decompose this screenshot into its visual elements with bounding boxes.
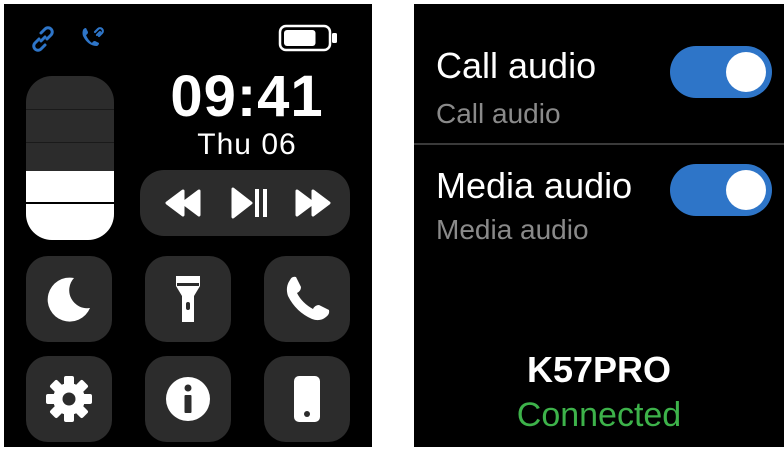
- call-audio-title: Call audio: [436, 45, 597, 86]
- clock-date: Thu 06: [197, 128, 297, 161]
- toggle-knob: [726, 52, 766, 92]
- clock-time: 09:41: [170, 64, 324, 129]
- flashlight-icon: [176, 276, 200, 322]
- gear-icon: [46, 376, 92, 422]
- do-not-disturb-button[interactable]: [26, 256, 112, 342]
- info-button[interactable]: [145, 356, 231, 442]
- media-audio-subtitle: Media audio: [436, 214, 589, 245]
- play-pause-icon[interactable]: [230, 185, 270, 221]
- call-button[interactable]: [264, 256, 350, 342]
- link-icon: [28, 24, 58, 54]
- audio-settings-screen: Call audio Call audio Media audio Media …: [414, 4, 784, 447]
- fast-forward-icon[interactable]: [294, 185, 332, 221]
- flashlight-button[interactable]: [145, 256, 231, 342]
- connection-status: Connected: [516, 396, 682, 434]
- watch-control-center: 09:41 Thu 06: [4, 4, 372, 447]
- brightness-slider[interactable]: [26, 76, 114, 240]
- battery-icon: [278, 24, 338, 52]
- media-controls: [140, 170, 350, 236]
- call-audio-subtitle: Call audio: [436, 98, 561, 129]
- settings-button[interactable]: [26, 356, 112, 442]
- phone-icon: [286, 276, 330, 321]
- phone-link-icon: [78, 24, 108, 54]
- moon-icon: [47, 277, 90, 322]
- find-phone-button[interactable]: [264, 356, 350, 442]
- smartphone-icon: [294, 376, 320, 422]
- toggle-knob: [726, 170, 766, 210]
- rewind-icon[interactable]: [164, 185, 202, 221]
- media-audio-title: Media audio: [436, 165, 633, 206]
- call-audio-toggle[interactable]: [670, 46, 772, 98]
- brightness-level-fill: [26, 171, 114, 240]
- divider: [414, 143, 784, 145]
- media-audio-toggle[interactable]: [670, 164, 772, 216]
- info-icon: [166, 377, 210, 421]
- device-name: K57PRO: [526, 349, 672, 390]
